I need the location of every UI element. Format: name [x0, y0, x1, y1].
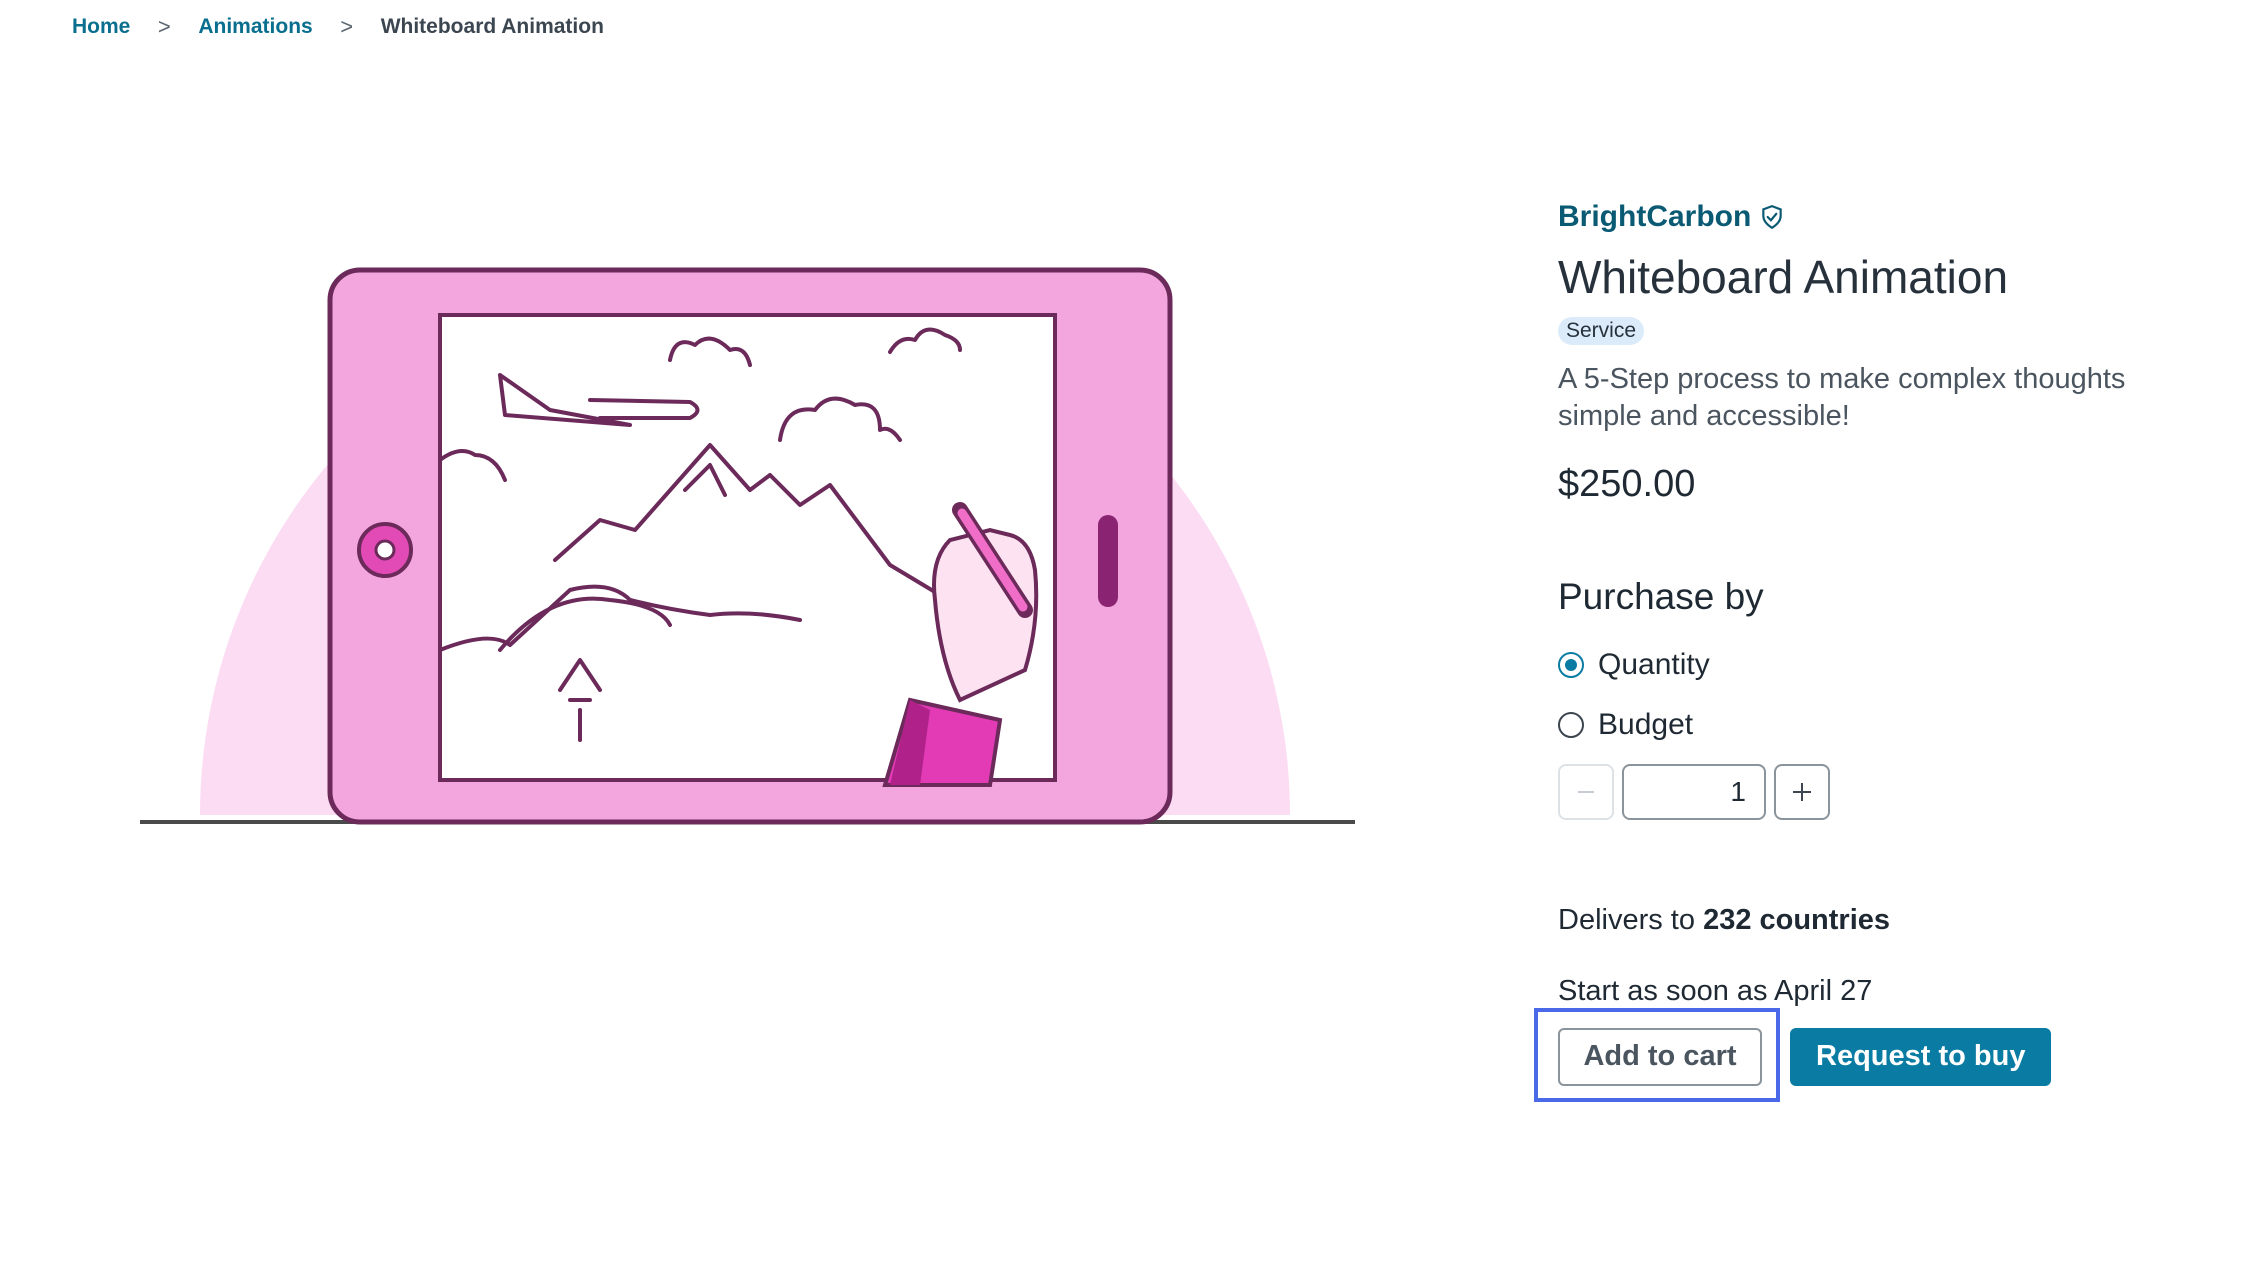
radio-selected-dot [1565, 658, 1577, 671]
purchase-by-quantity-option[interactable]: Quantity [1558, 648, 2178, 682]
chevron-right-icon: > [340, 14, 354, 39]
country-count: 232 countries [1703, 903, 1891, 936]
delivery-info: Delivers to 232 countries [1558, 904, 2178, 937]
product-title: Whiteboard Animation [1558, 251, 2009, 303]
chevron-right-icon: > [157, 14, 171, 39]
quantity-input[interactable] [1622, 763, 1766, 820]
quantity-stepper [1558, 763, 2178, 820]
product-details-panel: BrightCarbon Whiteboard Animation Servic… [1534, 200, 2178, 1102]
product-description: A 5-Step process to make complex thought… [1558, 362, 2126, 432]
minus-icon [1578, 790, 1594, 793]
service-badge: Service [1558, 316, 1645, 345]
request-to-buy-button[interactable]: Request to buy [1790, 1027, 2052, 1086]
quantity-radio-label: Quantity [1598, 647, 1710, 681]
product-price: $250.00 [1558, 462, 1696, 505]
delivers-to-label: Delivers to [1558, 903, 1695, 936]
purchase-by-budget-option[interactable]: Budget [1558, 708, 2178, 742]
breadcrumb-home-link[interactable]: Home [72, 15, 130, 39]
breadcrumb: Home > Animations > Whiteboard Animation [72, 14, 604, 40]
decrement-button[interactable] [1558, 763, 1614, 820]
product-illustration [130, 240, 1370, 840]
plus-icon [1793, 782, 1811, 801]
increment-button[interactable] [1774, 763, 1830, 820]
quantity-radio[interactable] [1558, 651, 1584, 678]
vendor-link[interactable]: BrightCarbon [1558, 200, 2178, 234]
breadcrumb-animations-link[interactable]: Animations [198, 15, 312, 39]
action-buttons: Add to cart Request to buy [1534, 1007, 2178, 1102]
vendor-name[interactable]: BrightCarbon [1558, 200, 1751, 234]
verified-shield-icon [1762, 205, 1783, 230]
start-date: Start as soon as April 27 [1558, 974, 1873, 1007]
budget-radio[interactable] [1558, 711, 1584, 738]
tablet-drawing-illustration [140, 267, 1355, 825]
budget-radio-label: Budget [1598, 707, 1694, 741]
breadcrumb-current: Whiteboard Animation [380, 15, 604, 38]
purchase-by-heading: Purchase by [1558, 575, 1764, 617]
add-to-cart-button[interactable]: Add to cart [1558, 1027, 1762, 1086]
